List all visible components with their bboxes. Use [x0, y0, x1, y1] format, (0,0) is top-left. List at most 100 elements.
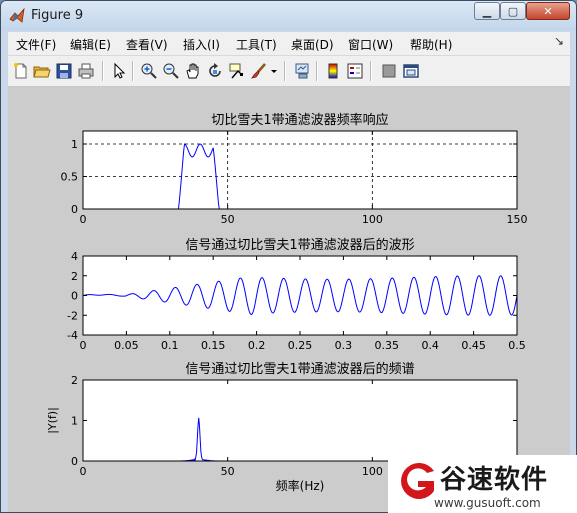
- x-tick-label: 0.15: [201, 339, 226, 352]
- x-tick-label: 0.25: [288, 339, 313, 352]
- x-tick-label: 150: [507, 213, 528, 226]
- toolbar-separator: [370, 61, 372, 81]
- data-cursor-icon: [229, 63, 243, 79]
- watermark: 谷速软件 www.gusuoft.com: [388, 455, 577, 513]
- open-button[interactable]: [33, 62, 51, 80]
- menu-view[interactable]: 查看(V): [126, 36, 168, 53]
- chart-title: 信号通过切比雪夫1带通滤波器后的频谱: [185, 361, 414, 377]
- x-tick-label: 50: [221, 213, 235, 226]
- brush-dropdown[interactable]: [270, 62, 278, 80]
- toolbar-separator: [316, 61, 318, 81]
- x-axis-label: 频率(Hz): [276, 478, 325, 493]
- menu-edit[interactable]: 编辑(E): [70, 36, 111, 53]
- toolbar-separator: [284, 61, 286, 81]
- y-tick-label: 2: [71, 374, 78, 387]
- close-icon: ✕: [543, 4, 553, 18]
- x-tick-label: 0.5: [508, 339, 526, 352]
- print-icon: [78, 63, 94, 79]
- y-tick-label: 1: [71, 415, 78, 428]
- brush-button[interactable]: [250, 62, 268, 80]
- title-bar[interactable]: Figure 9 ▁ ▢ ✕: [1, 1, 576, 31]
- chart-title: 切比雪夫1带通滤波器频率响应: [211, 112, 388, 128]
- x-tick-label: 0: [80, 339, 87, 352]
- menu-window[interactable]: 窗口(W): [348, 36, 393, 53]
- new-figure-icon: [14, 63, 27, 79]
- maximize-icon: ▢: [507, 4, 519, 18]
- x-tick-label: 0.1: [161, 339, 179, 352]
- y-axis-label: |Y(f)|: [46, 407, 59, 434]
- legend-icon: [347, 63, 363, 79]
- new-figure-button[interactable]: [12, 62, 30, 80]
- link-icon: [295, 63, 309, 79]
- matlab-logo-icon: [9, 8, 25, 23]
- x-tick-label: 0: [80, 213, 87, 226]
- y-tick-label: 4: [71, 250, 78, 263]
- pan-button[interactable]: [184, 62, 202, 80]
- rotate-3d-button[interactable]: [206, 62, 224, 80]
- x-tick-label: 0.35: [375, 339, 400, 352]
- save-button[interactable]: [55, 62, 73, 80]
- save-icon: [56, 63, 72, 79]
- zoom-in-icon: [141, 63, 157, 79]
- figure-toolbar: [8, 56, 570, 87]
- brush-icon: [251, 63, 266, 79]
- minimize-button[interactable]: ▁: [474, 2, 500, 20]
- watermark-brand: 谷速软件: [440, 465, 549, 495]
- y-tick-label: 0: [71, 203, 78, 216]
- gusuoft-logo-icon: [401, 463, 434, 499]
- maximize-button[interactable]: ▢: [500, 2, 526, 20]
- x-tick-label: 0: [80, 465, 87, 478]
- x-tick-label: 50: [221, 465, 235, 478]
- colorbar-button[interactable]: [324, 62, 342, 80]
- subplot-2: 0 0.05 0.1 0.15 0.2 0.25 0.3 0.35 0.4 0.45 0.5 -4 -2…: [67, 237, 526, 352]
- data-cursor-button[interactable]: [228, 62, 246, 80]
- show-plot-tools-icon: [403, 64, 419, 78]
- menu-desktop[interactable]: 桌面(D): [291, 36, 334, 53]
- chevron-down-icon: [271, 70, 277, 73]
- y-tick-label: -2: [67, 309, 78, 322]
- zoom-out-icon: [163, 63, 179, 79]
- pan-icon: [186, 63, 199, 79]
- y-tick-label: 0: [71, 455, 78, 468]
- subplot-1: 0 50 100 150 0 0.5 1 切比雪夫1带通滤波器频率响应: [61, 112, 528, 226]
- menu-bar: 文件(F) 编辑(E) 查看(V) 插入(I) 工具(T) 桌面(D) 窗口(W…: [8, 32, 570, 56]
- y-tick-label: 0.5: [61, 171, 79, 184]
- hide-plot-tools-button[interactable]: [380, 62, 398, 80]
- axes-background: [83, 131, 517, 209]
- x-tick-label: 0.45: [461, 339, 486, 352]
- figure-window: Figure 9 ▁ ▢ ✕ 文件(F) 编辑(E) 查看(V) 插入(I) 工…: [0, 0, 577, 513]
- zoom-out-button[interactable]: [162, 62, 180, 80]
- watermark-url: www.gusuoft.com: [434, 496, 541, 510]
- rotate-3d-icon: [209, 63, 221, 77]
- y-tick-label: 0: [71, 290, 78, 303]
- print-button[interactable]: [77, 62, 95, 80]
- menu-file[interactable]: 文件(F): [16, 36, 56, 53]
- figure-canvas: 0 50 100 150 0 0.5 1 切比雪夫1带通滤波器频率响应 0 0.05 0.1 0.15…: [8, 87, 570, 512]
- colorbar-icon: [328, 63, 338, 79]
- menu-tools[interactable]: 工具(T): [236, 36, 277, 53]
- plots-svg: 0 50 100 15000.51切比雪夫1带通滤波器频率响应0 0.05 0.1 0.15…: [46, 112, 528, 493]
- x-tick-label: 100: [362, 465, 383, 478]
- chart-title: 信号通过切比雪夫1带通滤波器后的波形: [185, 237, 414, 253]
- legend-button[interactable]: [346, 62, 364, 80]
- hide-plot-tools-icon: [382, 64, 396, 78]
- menu-insert[interactable]: 插入(I): [183, 36, 220, 53]
- minimize-icon: ▁: [482, 4, 492, 18]
- show-plot-tools-button[interactable]: [402, 62, 420, 80]
- window-title: Figure 9: [31, 8, 84, 23]
- x-tick-label: 0.05: [114, 339, 139, 352]
- menu-help[interactable]: 帮助(H): [410, 36, 452, 53]
- y-tick-label: 1: [71, 138, 78, 151]
- x-tick-label: 0.2: [248, 339, 266, 352]
- x-tick-label: 100: [362, 213, 383, 226]
- zoom-in-button[interactable]: [140, 62, 158, 80]
- x-tick-label: 0.3: [335, 339, 353, 352]
- y-tick-label: -4: [67, 329, 78, 342]
- dock-arrow-icon[interactable]: ↘: [554, 34, 564, 48]
- x-tick-label: 0.4: [421, 339, 439, 352]
- open-icon: [33, 66, 51, 78]
- link-plot-button[interactable]: [293, 62, 311, 80]
- y-tick-label: 2: [71, 270, 78, 283]
- close-button[interactable]: ✕: [526, 2, 570, 20]
- edit-plot-button[interactable]: [110, 62, 128, 80]
